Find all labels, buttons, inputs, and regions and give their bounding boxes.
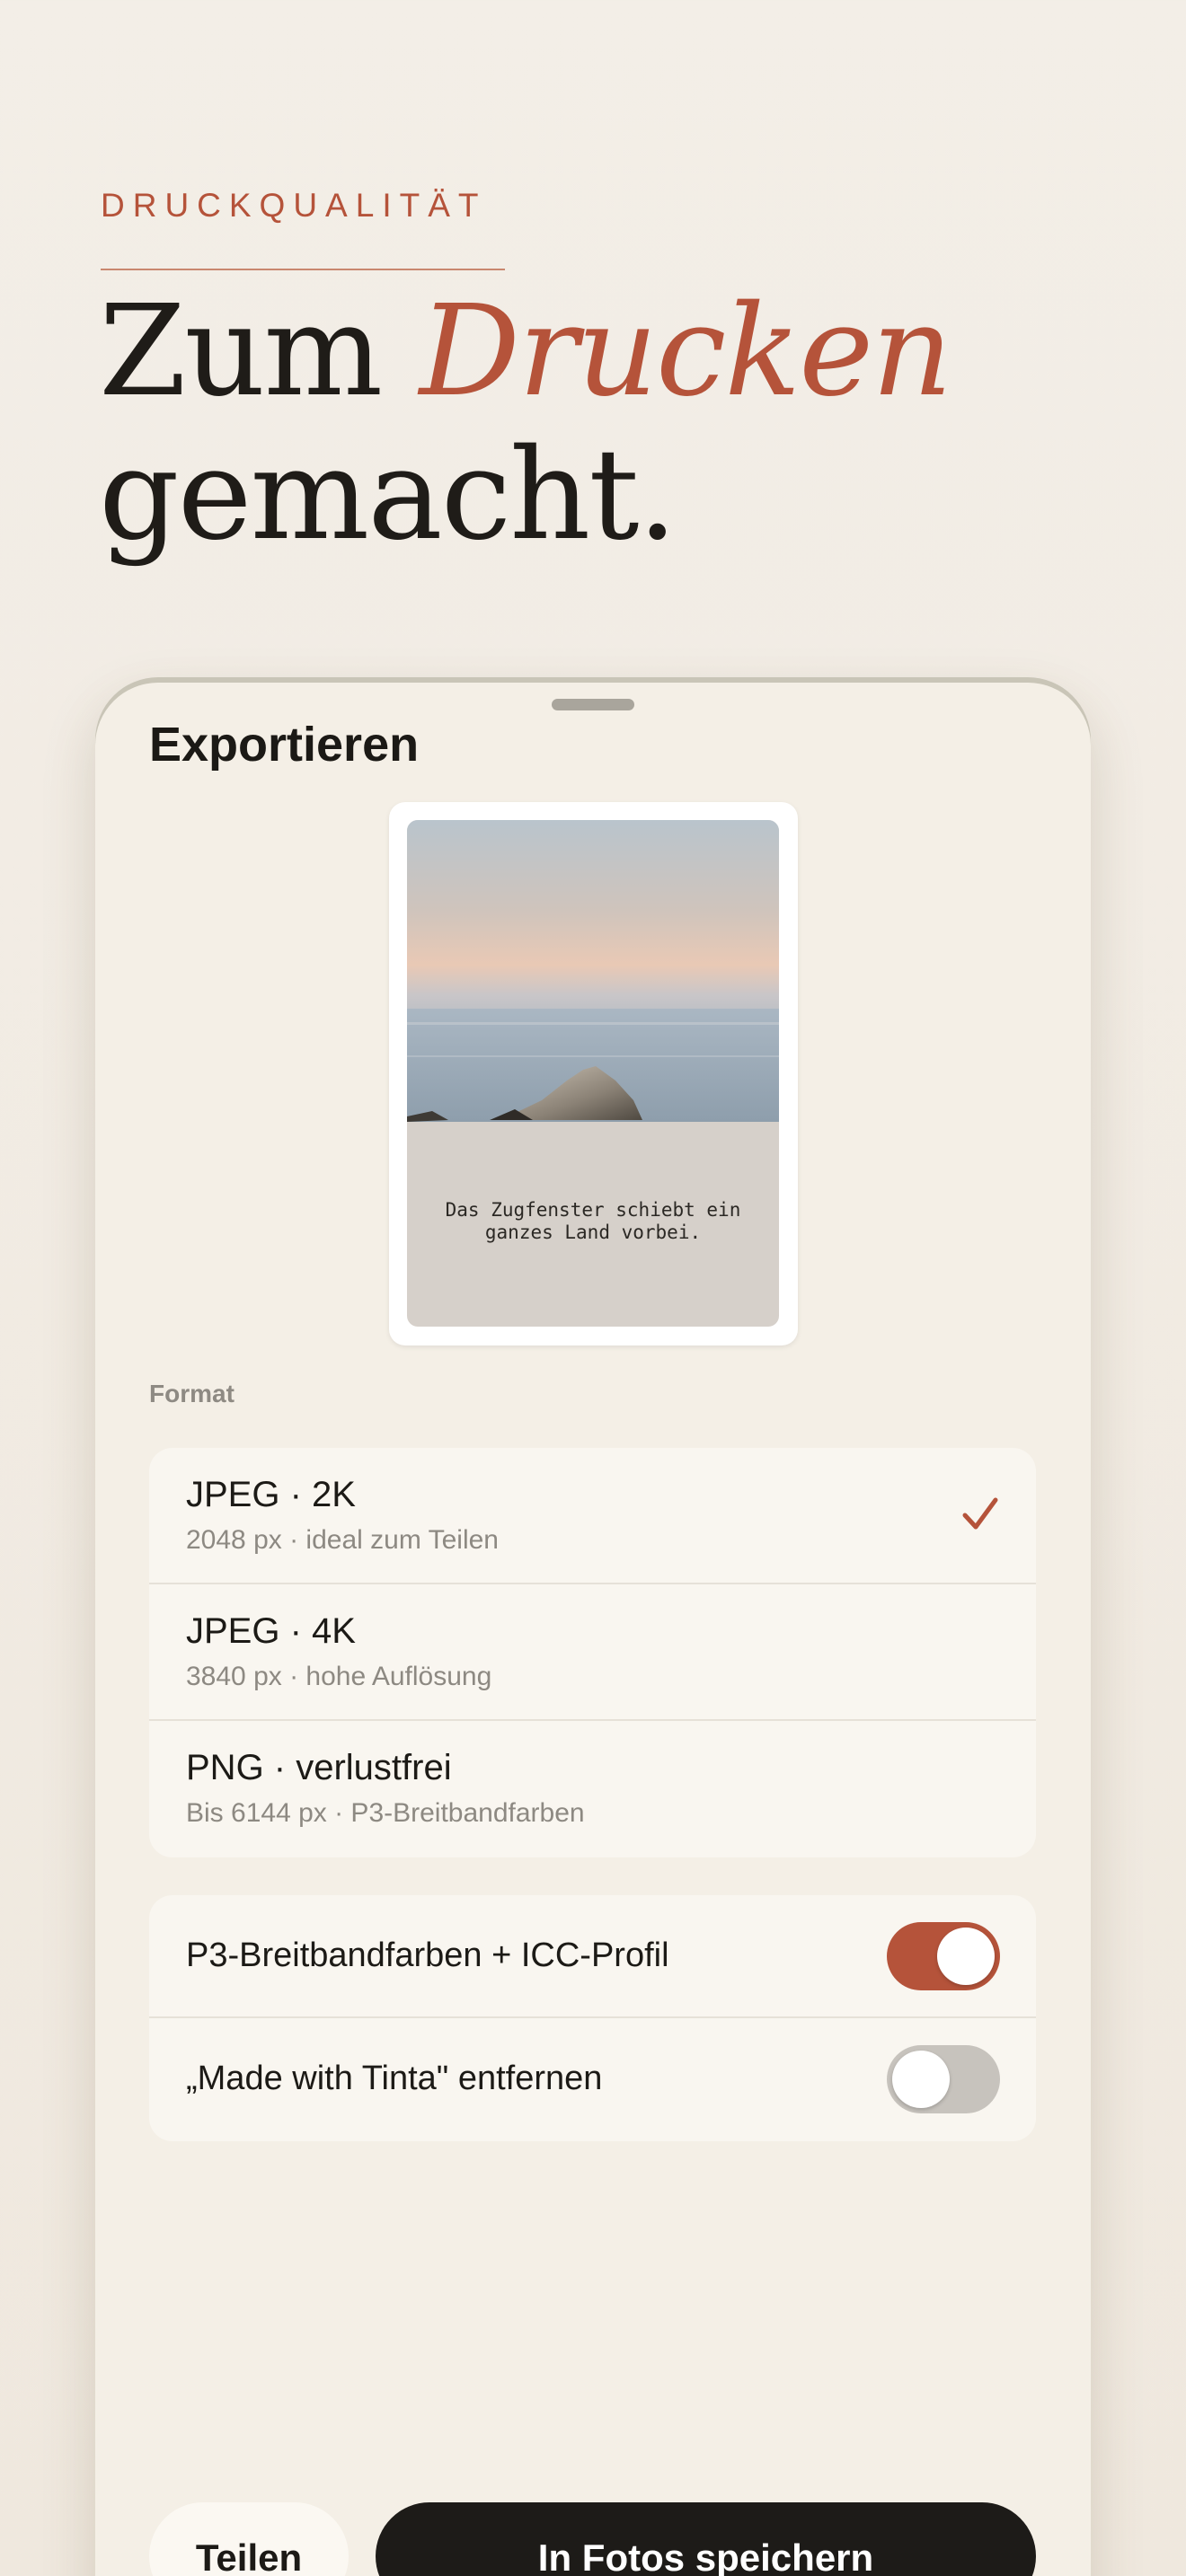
option-p3-icc: P3-Breitbandfarben + ICC-Profil [149, 1895, 1036, 2018]
export-sheet: Exportieren Das Zugfenster schiebt ein g… [95, 683, 1091, 2576]
sheet-grabber[interactable] [552, 699, 634, 710]
checkmark-icon [962, 1497, 998, 1530]
eyebrow-divider [101, 269, 505, 270]
format-subtitle: Bis 6144 px · P3-Breitbandfarben [186, 1798, 585, 1828]
format-option-jpeg-4k[interactable]: JPEG · 4K 3840 px · hohe Auflösung [149, 1584, 1036, 1721]
save-to-photos-button[interactable]: In Fotos speichern [376, 2502, 1036, 2576]
format-subtitle: 3840 px · hohe Auflösung [186, 1662, 492, 1691]
export-preview: Das Zugfenster schiebt ein ganzes Land v… [389, 802, 798, 1345]
preview-card: Das Zugfenster schiebt ein ganzes Land v… [407, 820, 779, 1327]
preview-photo [407, 820, 779, 1122]
eyebrow-label: DRUCKQUALITÄT [101, 187, 487, 224]
remove-watermark-toggle[interactable] [887, 2045, 1000, 2113]
sheet-title: Exportieren [149, 718, 420, 772]
headline-part2: gemacht. [99, 422, 677, 569]
headline: Zum Drucken gemacht. [99, 278, 953, 569]
format-title: PNG · verlustfrei [186, 1748, 452, 1787]
format-title: JPEG · 4K [186, 1611, 356, 1651]
headline-accent: Drucken [419, 278, 953, 425]
share-button[interactable]: Teilen [149, 2502, 349, 2576]
option-label: „Made with Tinta" entfernen [186, 2060, 603, 2097]
option-label: P3-Breitbandfarben + ICC-Profil [186, 1936, 669, 1974]
p3-icc-toggle[interactable] [887, 1922, 1000, 1990]
preview-caption: Das Zugfenster schiebt ein ganzes Land v… [445, 1199, 741, 1243]
rock-image [407, 1009, 779, 1122]
toggle-knob [937, 1928, 995, 1985]
format-option-jpeg-2k[interactable]: JPEG · 2K 2048 px · ideal zum Teilen [149, 1448, 1036, 1584]
format-title: JPEG · 2K [186, 1475, 356, 1514]
format-section-label: Format [149, 1380, 235, 1407]
format-list: JPEG · 2K 2048 px · ideal zum Teilen JPE… [149, 1448, 1036, 1857]
headline-part1: Zum [99, 278, 420, 425]
toggle-knob [892, 2051, 950, 2108]
format-subtitle: 2048 px · ideal zum Teilen [186, 1525, 499, 1555]
option-remove-watermark: „Made with Tinta" entfernen [149, 2018, 1036, 2141]
options-list: P3-Breitbandfarben + ICC-Profil „Made wi… [149, 1895, 1036, 2141]
format-option-png[interactable]: PNG · verlustfrei Bis 6144 px · P3-Breit… [149, 1721, 1036, 1857]
